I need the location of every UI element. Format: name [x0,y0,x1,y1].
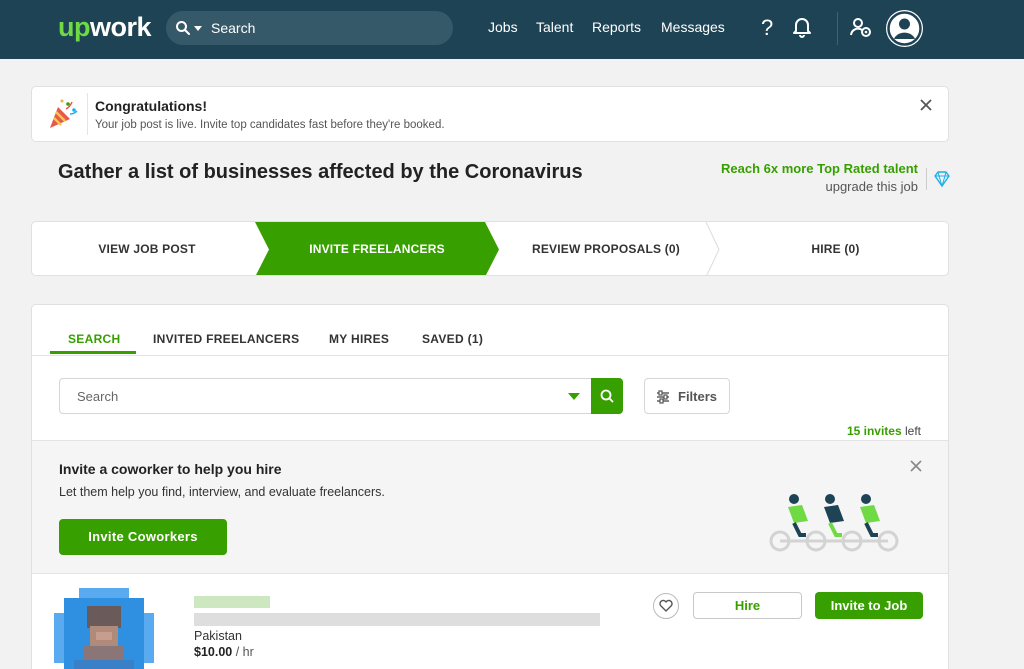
coworker-heading: Invite a coworker to help you hire [59,461,282,477]
team-settings-icon[interactable] [850,17,872,39]
banner-message: Your job post is live. Invite top candid… [95,119,445,131]
tab-divider [32,355,948,356]
tab-my-hires[interactable]: MY HIRES [329,332,389,346]
rate-amount: $10.00 [194,645,233,659]
global-search-placeholder[interactable]: Search [211,20,255,36]
top-navbar: upwork Search Jobs Talent Reports Messag… [0,0,1024,59]
freelancer-rate: $10.00 / hr [194,645,254,659]
invite-coworkers-button[interactable]: Invite Coworkers [59,519,227,555]
step-invite-freelancers[interactable]: INVITE FREELANCERS [255,222,499,275]
tab-invited-freelancers[interactable]: INVITED FREELANCERS [153,332,299,346]
logo-work-text: work [90,12,152,42]
banner-divider [87,93,88,135]
svg-text:?: ? [761,17,773,39]
invites-count: 15 invites [846,424,902,438]
filters-label: Filters [678,389,718,404]
step-view-job-post[interactable]: VIEW JOB POST [32,222,262,275]
close-icon[interactable] [918,97,934,113]
heart-icon [659,599,673,612]
coworker-text: Let them help you find, interview, and e… [59,485,385,499]
upgrade-link[interactable]: upgrade this job [721,179,918,194]
active-tab-indicator [50,351,136,354]
search-type-caret-icon[interactable] [194,26,202,31]
tab-saved[interactable]: SAVED (1) [422,332,483,346]
step-hire[interactable]: HIRE (0) [721,222,948,275]
close-icon[interactable] [908,458,924,474]
global-search[interactable]: Search [166,11,453,45]
congrats-banner: Congratulations! Your job post is live. … [31,86,949,142]
search-dropdown-icon[interactable] [568,393,580,400]
freelancer-headline-redacted [194,613,600,626]
invite-panel: SEARCH INVITED FREELANCERS MY HIRES SAVE… [31,304,949,669]
freelancer-country: Pakistan [194,629,242,643]
step-review-proposals[interactable]: REVIEW PROPOSALS (0) [499,222,713,275]
freelancer-name-redacted[interactable] [194,596,270,608]
invite-coworker-section: Invite a coworker to help you hire Let t… [32,440,948,574]
bell-icon[interactable] [792,16,812,38]
tab-search[interactable]: SEARCH [68,332,120,346]
reach-text[interactable]: Reach 6x more Top Rated talent [721,161,918,176]
help-icon[interactable]: ? [759,17,777,39]
invite-to-job-button[interactable]: Invite to Job [815,592,923,619]
search-icon [600,389,614,403]
freelancer-avatar[interactable] [54,588,154,669]
user-silhouette-icon [887,11,922,46]
promo-divider [926,168,927,190]
cyclists-illustration [769,494,899,552]
diamond-icon [934,171,950,188]
user-avatar[interactable] [886,10,923,47]
job-title: Gather a list of businesses affected by … [58,161,583,183]
banner-title: Congratulations! [95,98,207,114]
nav-divider [837,12,838,45]
save-freelancer-button[interactable] [653,593,679,619]
upwork-logo[interactable]: upwork [58,12,152,43]
nav-messages[interactable]: Messages [661,19,725,35]
sliders-icon [657,390,669,404]
search-submit-button[interactable] [591,378,623,414]
freelancer-search[interactable] [59,378,591,414]
nav-talent[interactable]: Talent [536,19,573,35]
upgrade-promo[interactable]: Reach 6x more Top Rated talent upgrade t… [721,161,918,194]
nav-jobs[interactable]: Jobs [488,19,518,35]
filters-button[interactable]: Filters [644,378,730,414]
logo-up-text: up [58,12,91,42]
job-stepper: VIEW JOB POST INVITE FREELANCERS REVIEW … [31,221,949,276]
search-icon [176,21,190,35]
hire-button[interactable]: Hire [693,592,802,619]
invites-suffix: left [901,424,921,438]
party-popper-icon [50,99,78,128]
nav-reports[interactable]: Reports [592,19,641,35]
invites-left: 15 invites left [847,424,921,438]
rate-unit: / hr [232,645,254,659]
freelancer-search-input[interactable] [60,379,560,413]
